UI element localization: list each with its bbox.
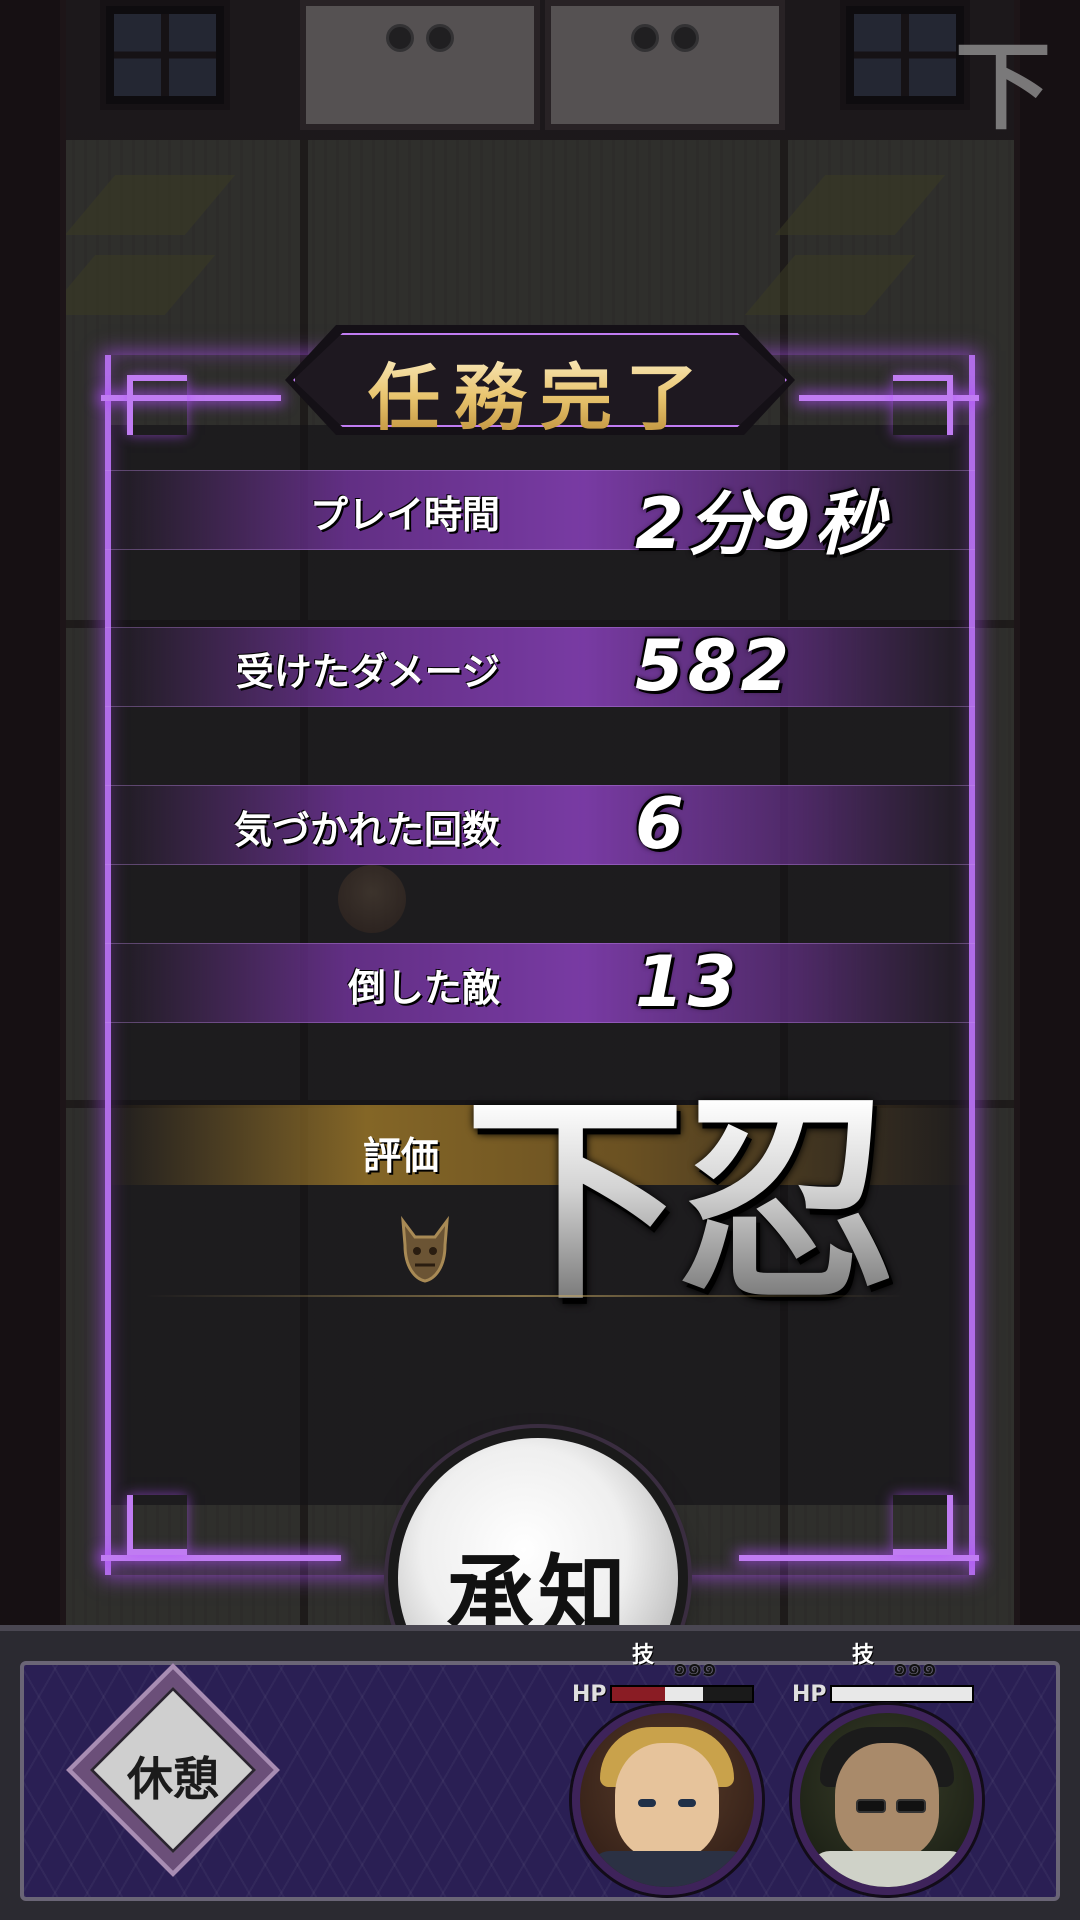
stat-value: 2分9秒 [635,483,889,565]
stat-value: 582 [635,625,794,707]
skill-label: 技 [852,1643,875,1668]
party-member-1[interactable]: 技 ๑๑๑ HP [572,1635,782,1905]
hp-label: HP [572,1682,607,1707]
stat-label: 倒した敵 [347,966,500,1010]
hp-bar [610,1685,754,1703]
frame-corner [127,1495,187,1555]
result-title: 任務完了 [285,339,795,444]
title-plate: 任務完了 [279,319,801,441]
skill-label: 技 [632,1643,655,1668]
hp-label: HP [792,1682,827,1707]
frame-corner [893,375,953,435]
frame-line [101,1555,341,1561]
stat-value: 13 [635,941,741,1023]
rank-divider [145,1295,905,1297]
hp-fill [832,1687,972,1701]
stat-label: プレイ時間 [309,493,500,537]
stat-row-play-time: プレイ時間 2分9秒 [105,470,975,565]
stat-row-enemies-defeated: 倒した敵 13 [105,941,975,1023]
rank-label: 評価 [363,1134,440,1178]
party-member-2[interactable]: 技 ๑๑๑ HP [792,1635,1002,1905]
frame-line [739,1555,979,1561]
character-portrait [572,1705,762,1895]
mission-result-panel: 任務完了 プレイ時間 2分9秒 受けたダメージ 582 気づかれた回数 6 倒し… [101,319,979,1575]
stat-row-damage: 受けたダメージ 582 [105,625,975,707]
stat-label: 受けたダメージ [235,650,500,694]
rest-button-label: 休憩 [127,1752,219,1806]
stat-row-detected: 気づかれた回数 6 [105,783,975,865]
rest-button[interactable]: 休憩 [66,1663,280,1877]
stat-label: 気づかれた回数 [233,808,500,852]
rank-corner-logo: 下 [955,30,1051,143]
stat-value: 6 [635,783,688,865]
skill-gauge-icon: ๑๑๑ [672,1653,717,1683]
oni-mask-icon [401,1215,449,1283]
frame-corner [127,375,187,435]
character-portrait [792,1705,982,1895]
hp-bar [830,1685,974,1703]
rank-value: 下忍 [465,1070,897,1329]
skill-gauge-icon: ๑๑๑ [892,1653,937,1683]
frame-corner [893,1495,953,1555]
